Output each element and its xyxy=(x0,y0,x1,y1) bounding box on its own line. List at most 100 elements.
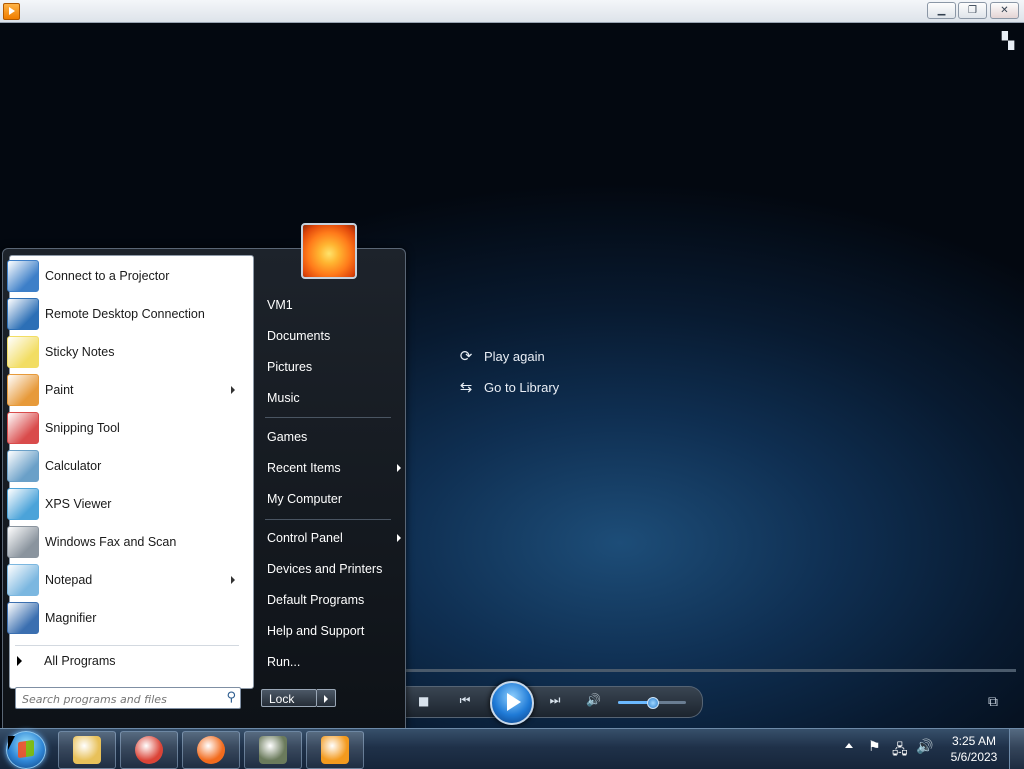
next-button[interactable]: ⏭ xyxy=(538,693,572,708)
start-menu-link-label: Run... xyxy=(267,655,301,669)
taskbar-button-firefox[interactable] xyxy=(182,731,240,769)
program-label: Paint xyxy=(45,383,74,397)
start-menu-link[interactable]: Devices and Printers xyxy=(259,556,401,582)
action-center-flag-icon[interactable]: ⚑ xyxy=(868,739,881,755)
notepad-icon xyxy=(7,564,39,596)
previous-button[interactable]: ⏮ xyxy=(448,693,482,708)
media-player-icon xyxy=(321,736,349,764)
start-menu-link-label: Default Programs xyxy=(267,593,365,607)
program-item[interactable]: Magnifier xyxy=(7,601,243,635)
network-icon[interactable]: 🖧 xyxy=(892,739,908,763)
shutdown-options-arrow[interactable] xyxy=(317,689,336,707)
program-label: Connect to a Projector xyxy=(45,269,170,283)
program-item[interactable]: Sticky Notes xyxy=(7,335,243,369)
switch-to-library-icon[interactable]: ▚ xyxy=(1002,31,1014,50)
program-label: Notepad xyxy=(45,573,93,587)
search-box[interactable]: ⚲ xyxy=(15,687,241,709)
taskbar-button-app-4[interactable] xyxy=(244,731,302,769)
start-menu-link[interactable]: Games xyxy=(259,424,401,450)
submenu-arrow-icon[interactable] xyxy=(397,464,401,472)
remote-desktop-icon xyxy=(7,298,39,330)
program-label: Magnifier xyxy=(45,611,97,625)
program-item[interactable]: XPS Viewer xyxy=(7,487,243,521)
start-menu-link-label: Devices and Printers xyxy=(267,562,383,576)
start-menu-link-label: Music xyxy=(267,391,300,405)
start-menu-link[interactable]: VM1 xyxy=(259,292,401,318)
speaker-icon[interactable]: 🔊 xyxy=(916,739,933,755)
start-menu-link[interactable]: Music xyxy=(259,385,401,411)
magnifier-icon xyxy=(7,602,39,634)
close-button[interactable]: ✕ xyxy=(990,2,1019,19)
fax-icon xyxy=(7,526,39,558)
go-to-library-link[interactable]: ⇆ Go to Library xyxy=(458,379,559,396)
clock-time: 3:25 AM xyxy=(951,734,997,748)
clock[interactable]: 3:25 AM 5/6/2023 xyxy=(944,733,1004,765)
submenu-arrow-icon[interactable] xyxy=(231,386,235,394)
start-menu-link[interactable]: Pictures xyxy=(259,354,401,380)
playback-controls: ■ ⏮ ⏭ 🔊 xyxy=(404,681,703,725)
program-item[interactable]: Paint xyxy=(7,373,243,407)
search-icon[interactable]: ⚲ xyxy=(226,690,236,705)
start-menu-link[interactable]: Run... xyxy=(259,649,401,675)
media-player-app-icon[interactable] xyxy=(3,3,20,20)
volume-icon[interactable]: 🔊 xyxy=(586,693,601,707)
user-picture[interactable] xyxy=(301,223,357,279)
taskbar-button-chrome[interactable] xyxy=(120,731,178,769)
fullscreen-icon[interactable]: ⧉ xyxy=(988,694,998,710)
start-menu-link-label: Help and Support xyxy=(267,624,365,638)
program-item[interactable]: Connect to a Projector xyxy=(7,259,243,293)
paint-icon xyxy=(7,374,39,406)
start-menu-link-label: Control Panel xyxy=(267,531,343,545)
start-menu-link[interactable]: Documents xyxy=(259,323,401,349)
play-again-label: Play again xyxy=(484,348,545,364)
folder-icon xyxy=(73,736,101,764)
clock-date: 5/6/2023 xyxy=(950,750,998,764)
show-desktop-button[interactable] xyxy=(1009,729,1024,769)
program-label: Sticky Notes xyxy=(45,345,115,359)
stop-button[interactable]: ■ xyxy=(418,694,429,708)
chrome-icon xyxy=(135,736,163,764)
taskbar: ⚑ 🖧 🔊 3:25 AM 5/6/2023 xyxy=(0,728,1024,769)
programs-divider xyxy=(15,645,239,646)
window-app-icon xyxy=(259,736,287,764)
start-menu-link[interactable]: Recent Items xyxy=(259,455,401,481)
submenu-arrow-icon[interactable] xyxy=(231,576,235,584)
program-label: Windows Fax and Scan xyxy=(45,535,177,549)
start-menu-link[interactable]: Help and Support xyxy=(259,618,401,644)
sticky-notes-icon xyxy=(7,336,39,368)
program-label: Remote Desktop Connection xyxy=(45,307,205,321)
program-item[interactable]: Windows Fax and Scan xyxy=(7,525,243,559)
taskbar-button-media-player[interactable] xyxy=(306,731,364,769)
play-again-link[interactable]: ⟳ Play again xyxy=(458,348,545,365)
lock-button[interactable]: Lock xyxy=(261,689,317,707)
minimize-button[interactable]: ▁ xyxy=(927,2,956,19)
restore-button[interactable]: ❐ xyxy=(958,2,987,19)
volume-slider[interactable] xyxy=(618,697,686,709)
start-menu-link[interactable]: Control Panel xyxy=(259,525,401,551)
seek-bar[interactable] xyxy=(404,669,1016,672)
volume-knob[interactable] xyxy=(647,697,659,709)
play-button[interactable] xyxy=(490,681,534,725)
right-divider xyxy=(265,519,391,520)
start-menu-link-label: My Computer xyxy=(267,492,343,506)
firefox-icon xyxy=(197,736,225,764)
replay-icon: ⟳ xyxy=(459,348,473,365)
start-menu-link-label: Documents xyxy=(267,329,331,343)
program-item[interactable]: Calculator xyxy=(7,449,243,483)
all-programs-button[interactable]: All Programs xyxy=(7,647,243,675)
right-divider xyxy=(265,417,391,418)
submenu-arrow-icon[interactable] xyxy=(397,534,401,542)
start-menu-link-label: Recent Items xyxy=(267,461,341,475)
start-menu-link-label: Pictures xyxy=(267,360,313,374)
search-input[interactable] xyxy=(20,689,220,709)
program-item[interactable]: Snipping Tool xyxy=(7,411,243,445)
taskbar-button-file-explorer[interactable] xyxy=(58,731,116,769)
start-menu-link[interactable]: My Computer xyxy=(259,486,401,512)
program-label: XPS Viewer xyxy=(45,497,112,511)
program-item[interactable]: Notepad xyxy=(7,563,243,597)
xps-icon xyxy=(7,488,39,520)
show-hidden-icons-icon[interactable] xyxy=(845,743,853,748)
program-item[interactable]: Remote Desktop Connection xyxy=(7,297,243,331)
mouse-cursor xyxy=(8,736,15,750)
start-menu-link[interactable]: Default Programs xyxy=(259,587,401,613)
